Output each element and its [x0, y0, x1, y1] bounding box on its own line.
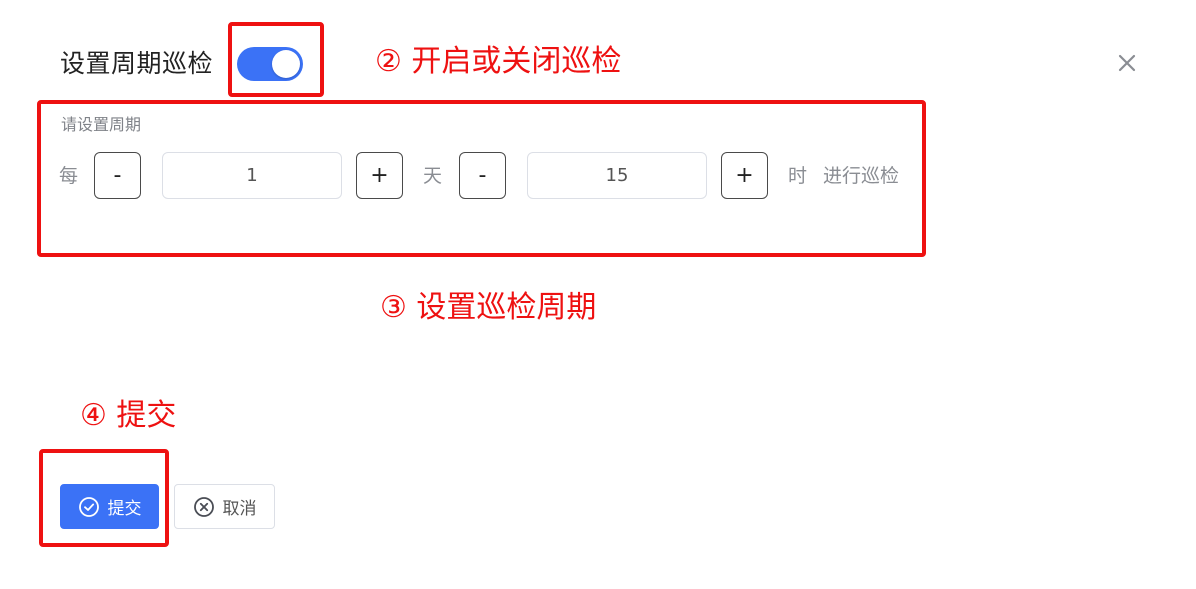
hours-unit-label: 时: [788, 165, 808, 187]
hours-decrement-button[interactable]: -: [459, 152, 506, 199]
prefix-label: 每: [59, 165, 79, 187]
period-hint: 请设置周期: [61, 115, 142, 134]
dialog-title: 设置周期巡检: [60, 49, 214, 78]
hours-input[interactable]: [527, 152, 707, 199]
annotation-submit-text: ④ 提交: [80, 398, 177, 433]
annotation-toggle-text: ② 开启或关闭巡检: [375, 44, 622, 79]
close-icon: [1118, 54, 1136, 72]
annotation-period-text: ③ 设置巡检周期: [380, 290, 597, 325]
annotation-box-toggle: [228, 22, 324, 97]
cancel-button[interactable]: 取消: [174, 484, 275, 529]
submit-label: 提交: [107, 499, 142, 519]
days-decrement-button[interactable]: -: [94, 152, 141, 199]
cancel-label: 取消: [222, 499, 257, 519]
days-increment-button[interactable]: +: [356, 152, 403, 199]
close-circle-icon: [193, 496, 214, 517]
hours-increment-button[interactable]: +: [721, 152, 768, 199]
days-input[interactable]: [162, 152, 342, 199]
check-circle-icon: [78, 496, 99, 517]
suffix-label: 进行巡检: [823, 165, 900, 187]
days-unit-label: 天: [423, 165, 443, 187]
submit-button[interactable]: 提交: [60, 484, 159, 529]
close-button[interactable]: [1112, 48, 1142, 78]
